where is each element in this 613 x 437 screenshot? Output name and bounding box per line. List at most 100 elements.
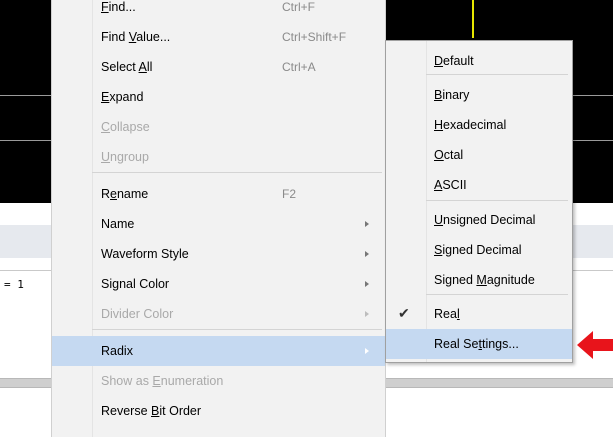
menu-item-waveform-style[interactable]: Waveform Style: [52, 239, 385, 269]
menu-item-radix-label: Radix: [101, 344, 133, 358]
radix-item-unsigned-decimal-label: Unsigned Decimal: [434, 213, 535, 227]
radix-item-hexadecimal[interactable]: Hexadecimal: [386, 110, 572, 140]
radix-item-signed-decimal-label-text: igned Decimal: [442, 243, 522, 257]
menu-item-signal-color-label: Signal Color: [101, 277, 169, 291]
submenu-separator: [426, 200, 568, 201]
menu-item-show-as-enumeration-label-text: numeration: [160, 374, 224, 388]
menu-item-ungroup-mnemonic: U: [101, 150, 111, 164]
menu-item-find-value[interactable]: Find Value... Ctrl+Shift+F: [52, 22, 385, 52]
radix-item-ascii[interactable]: ASCII: [386, 170, 572, 200]
menu-item-find-value-label: Find Value...: [101, 30, 170, 44]
menu-item-find[interactable]: Find... Ctrl+F: [52, 0, 385, 22]
menu-item-name-label: Name: [101, 217, 134, 231]
radix-item-real-settings-label: Real Settings...: [434, 337, 519, 351]
context-menu: Find... Ctrl+F Find Value... Ctrl+Shift+F Se…: [51, 0, 386, 437]
radix-submenu: Default Binary Hexadecimal Octal ASCII Unsign…: [385, 40, 573, 363]
menu-item-select-all-label: Select All: [101, 60, 152, 74]
checkmark-icon: ✔: [398, 305, 410, 321]
radix-item-signed-magnitude-label: Signed Magnitude: [434, 273, 535, 287]
signal-value-text: = 1: [4, 278, 24, 291]
radix-item-default[interactable]: Default: [386, 46, 572, 76]
menu-item-reverse-bit-order-label-text: it Order: [159, 404, 202, 418]
radix-item-hexadecimal-mnemonic: H: [434, 118, 444, 132]
menu-item-name[interactable]: Name: [52, 209, 385, 239]
radix-item-signed-magnitude-label-text: agnitude: [486, 273, 535, 287]
menu-item-select-all-label-text: Select: [101, 60, 139, 74]
menu-item-rename-label-text: name: [116, 187, 149, 201]
radix-item-hexadecimal-label: Hexadecimal: [434, 118, 506, 132]
radix-item-signed-decimal-label: Signed Decimal: [434, 243, 522, 257]
radix-item-unsigned-decimal[interactable]: Unsigned Decimal: [386, 205, 572, 235]
radix-item-binary[interactable]: Binary: [386, 80, 572, 110]
menu-item-reverse-bit-order[interactable]: Reverse Bit Order: [52, 396, 385, 426]
menu-item-name-label-text: Name: [101, 217, 135, 231]
menu-item-rename-shortcut: F2: [282, 187, 297, 201]
radix-item-real-settings-label-text: Real Se: [434, 337, 479, 351]
horizontal-scrollbar-right[interactable]: [386, 378, 613, 388]
menu-item-signal-color[interactable]: Signal Color: [52, 269, 385, 299]
radix-item-unsigned-decimal-label-text: nsigned Decimal: [443, 213, 536, 227]
horizontal-scrollbar-left[interactable]: [0, 378, 51, 388]
menu-item-select-all-mnemonic: A: [138, 60, 147, 74]
menu-item-divider-color-label: Divider Color: [101, 307, 173, 321]
menu-item-reverse-bit-order-label: Reverse Bit Order: [101, 404, 201, 418]
menu-item-reverse-bit-order-label-text: Reverse: [101, 404, 152, 418]
waveform-gridline: [0, 95, 51, 96]
menu-item-waveform-style-label: Waveform Style: [101, 247, 189, 261]
radix-item-ascii-label-text: SCII: [442, 178, 467, 192]
time-cursor[interactable]: [472, 0, 474, 38]
menu-separator: [92, 329, 382, 330]
menu-item-expand[interactable]: Expand: [52, 82, 385, 112]
menu-item-collapse: Collapse: [52, 112, 385, 142]
menu-item-signal-color-label-text: Signal Color: [101, 277, 170, 291]
menu-item-waveform-style-label-text: Waveform Style: [101, 247, 189, 261]
menu-item-expand-label-text: xpand: [109, 90, 144, 104]
menu-item-select-all[interactable]: Select All Ctrl+A: [52, 52, 385, 82]
radix-item-signed-magnitude[interactable]: Signed Magnitude: [386, 265, 572, 295]
menu-item-select-all-label-text: ll: [146, 60, 153, 74]
menu-item-divider-color: Divider Color: [52, 299, 385, 329]
menu-item-radix[interactable]: Radix: [52, 336, 385, 366]
radix-item-octal-mnemonic: O: [434, 148, 444, 162]
submenu-arrow-icon: [365, 348, 369, 354]
radix-item-default-mnemonic: D: [434, 54, 444, 68]
menu-item-find-mnemonic: F: [101, 0, 109, 14]
radix-item-octal[interactable]: Octal: [386, 140, 572, 170]
menu-item-rename[interactable]: Rename F2: [52, 179, 385, 209]
radix-item-real-mnemonic: l: [456, 307, 460, 321]
radix-item-real-settings-label-text: tings...: [481, 337, 519, 351]
menu-item-rename-mnemonic: e: [110, 187, 117, 201]
radix-item-binary-label-text: inary: [442, 88, 470, 102]
menu-item-divider-color-label-text: Divider Color: [101, 307, 174, 321]
menu-item-find-value-label-text: Find: [101, 30, 129, 44]
waveform-name-pane: [0, 0, 51, 203]
menu-item-show-as-enumeration-label: Show as Enumeration: [101, 374, 223, 388]
submenu-arrow-icon: [365, 251, 369, 257]
submenu-separator: [426, 74, 568, 75]
radix-item-default-label: Default: [434, 54, 474, 68]
menu-item-rename-label-text: R: [101, 187, 111, 201]
menu-item-radix-label-text: Radix: [101, 344, 133, 358]
radix-item-real-label: Real: [434, 307, 460, 321]
submenu-separator: [426, 294, 568, 295]
menu-item-collapse-label: Collapse: [101, 120, 150, 134]
menu-item-expand-label: Expand: [101, 90, 143, 104]
radix-item-real-settings[interactable]: Real Settings...: [386, 329, 572, 359]
menu-separator: [92, 172, 382, 173]
menu-item-find-label: Find...: [101, 0, 136, 14]
menu-item-find-value-label-text: alue...: [136, 30, 171, 44]
menu-item-show-as-enumeration-label-text: Show as: [101, 374, 153, 388]
menu-item-rename-label: Rename: [101, 187, 148, 201]
menu-item-find-label-text: ind...: [108, 0, 136, 14]
radix-item-real-label-text: Rea: [434, 307, 457, 321]
waveform-gridline: [0, 140, 51, 141]
menu-item-show-as-enumeration-mnemonic: E: [152, 374, 161, 388]
radix-item-real[interactable]: ✔ Real: [386, 299, 572, 329]
radix-item-signed-decimal[interactable]: Signed Decimal: [386, 235, 572, 265]
radix-item-default-label-text: efault: [443, 54, 474, 68]
radix-item-hexadecimal-label-text: exadecimal: [443, 118, 507, 132]
radix-item-ascii-label: ASCII: [434, 178, 467, 192]
radix-item-signed-magnitude-label-text: Signed: [434, 273, 477, 287]
radix-item-unsigned-decimal-mnemonic: U: [434, 213, 444, 227]
radix-item-binary-label: Binary: [434, 88, 469, 102]
